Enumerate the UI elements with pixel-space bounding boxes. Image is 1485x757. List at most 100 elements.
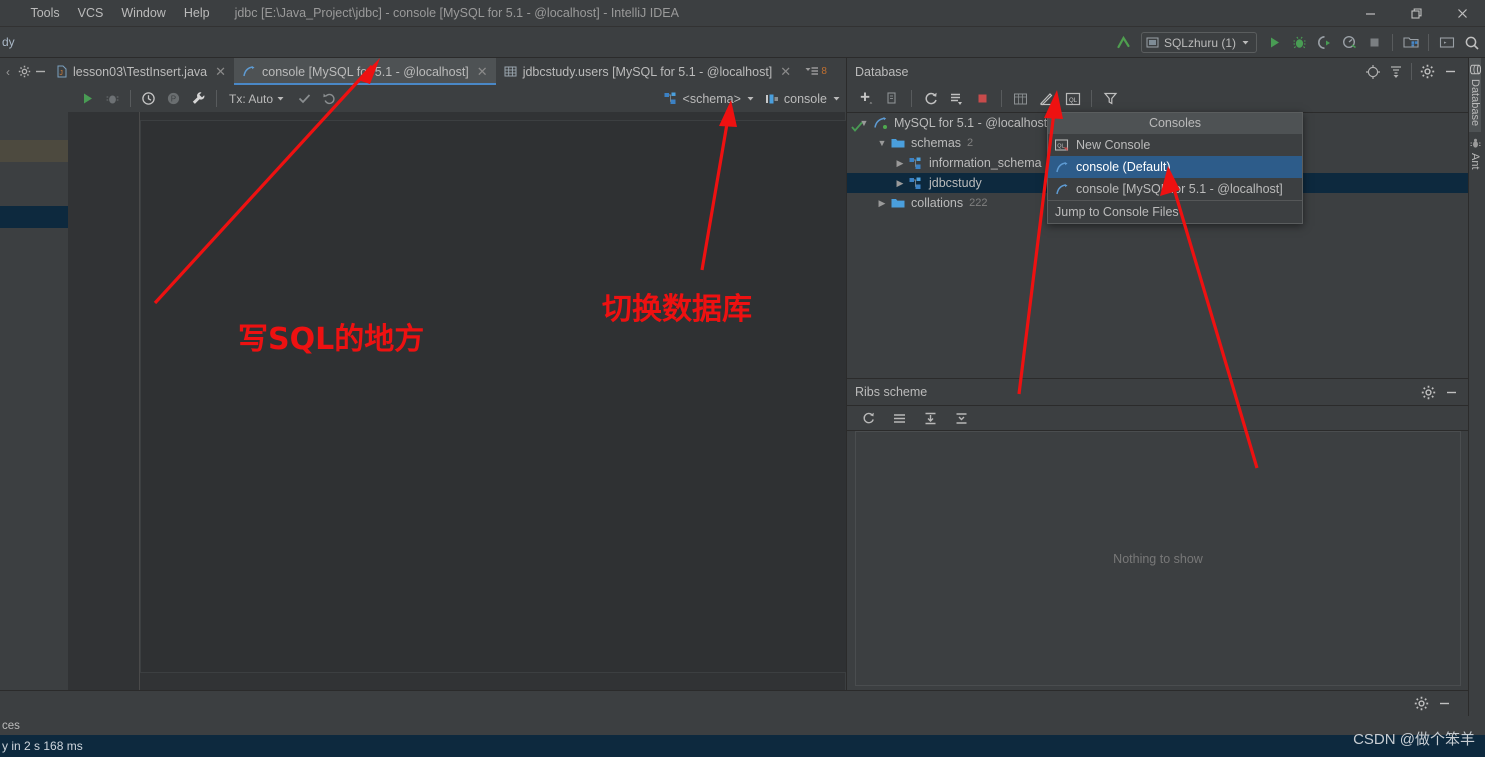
title-bar: Tools VCS Window Help jdbc [E:\Java_Proj… xyxy=(0,0,1485,27)
editor-tab-label: jdbcstudy.users [MySQL for 5.1 - @localh… xyxy=(522,64,773,79)
expand-arrow-icon[interactable]: ▼ xyxy=(873,138,891,148)
menu-label-help: Help xyxy=(183,5,210,20)
stop-icon[interactable] xyxy=(1363,31,1386,54)
schema-selector[interactable]: <schema> xyxy=(664,92,755,106)
gear-icon[interactable] xyxy=(1410,692,1433,715)
editor-tab-testinsert[interactable]: J lesson03\TestInsert.java ✕ xyxy=(48,58,234,85)
expand-arrow-icon[interactable]: ▶ xyxy=(891,158,909,169)
collapse-icon[interactable] xyxy=(950,407,973,430)
run-coverage-icon[interactable] xyxy=(1313,31,1336,54)
run-config-label: SQLzhuru (1) xyxy=(1163,35,1236,50)
close-icon[interactable] xyxy=(1439,0,1485,27)
collapse-all-icon[interactable] xyxy=(1384,60,1407,83)
popup-item-label: console (Default) xyxy=(1076,160,1171,174)
tool-tab-database[interactable]: Database xyxy=(1469,58,1481,133)
tabstrip-gear-icon[interactable] xyxy=(16,58,32,85)
menu-item-tools[interactable]: Tools xyxy=(21,0,68,27)
project-structure-icon[interactable] xyxy=(1399,31,1422,54)
refresh-icon[interactable] xyxy=(919,87,942,110)
filter-icon[interactable] xyxy=(1099,87,1122,110)
editor-tab-label: lesson03\TestInsert.java xyxy=(73,64,208,79)
table-editor-icon[interactable] xyxy=(1009,87,1032,110)
menu-item-vcs[interactable]: VCS xyxy=(69,0,113,27)
tabstrip-hide-icon[interactable] xyxy=(32,58,48,85)
expand-arrow-icon[interactable]: ▶ xyxy=(873,198,891,209)
stop-icon[interactable] xyxy=(971,87,994,110)
terminal-icon[interactable] xyxy=(1435,31,1458,54)
run-configuration-selector[interactable]: SQLzhuru (1) xyxy=(1140,32,1257,53)
locate-icon[interactable] xyxy=(1361,60,1384,83)
popup-item-console-localhost[interactable]: console [MySQL for 5.1 - @localhost] xyxy=(1048,178,1302,200)
restore-icon[interactable] xyxy=(1393,0,1439,27)
modify-icon[interactable] xyxy=(1035,87,1058,110)
settings-wrench-icon[interactable] xyxy=(187,87,210,110)
window-controls xyxy=(1347,0,1485,27)
gear-icon[interactable] xyxy=(1417,381,1440,404)
popup-item-label: New Console xyxy=(1076,138,1151,152)
pause-icon[interactable]: P xyxy=(162,87,185,110)
history-icon[interactable] xyxy=(137,87,160,110)
popup-item-console-default[interactable]: console (Default) xyxy=(1048,156,1302,178)
profile-icon[interactable] xyxy=(1338,31,1361,54)
toolbar-divider xyxy=(1392,34,1393,51)
expand-arrow-icon[interactable]: ▶ xyxy=(891,178,909,189)
tree-node-count: 2 xyxy=(967,137,974,149)
left-list-item-highlighted[interactable] xyxy=(0,140,68,162)
gear-icon[interactable] xyxy=(1416,60,1439,83)
menu-item-window[interactable]: Window xyxy=(112,0,174,27)
status-message: y in 2 s 168 ms xyxy=(2,739,83,753)
schema-icon xyxy=(664,92,676,104)
tree-node-label: collations xyxy=(911,196,964,210)
run-icon[interactable] xyxy=(1263,31,1286,54)
editor-tab-console[interactable]: console [MySQL for 5.1 - @localhost] ✕ xyxy=(234,58,496,85)
popup-item-jump-to-console-files[interactable]: Jump to Console Files xyxy=(1048,201,1302,223)
editor-tab-overflow[interactable]: 8 xyxy=(799,58,833,85)
tabstrip-prev-icon[interactable]: ‹ xyxy=(0,58,16,85)
commit-icon[interactable] xyxy=(293,87,316,110)
db-toolbar-divider-3 xyxy=(1091,90,1092,107)
hide-icon[interactable] xyxy=(1440,381,1463,404)
breadcrumb[interactable]: dy xyxy=(0,35,15,49)
transaction-mode-selector[interactable]: Tx: Auto xyxy=(223,92,291,106)
search-everywhere-icon[interactable] xyxy=(1460,31,1483,54)
ant-icon xyxy=(1470,138,1480,148)
list-icon[interactable] xyxy=(888,407,911,430)
menu-item-help[interactable]: Help xyxy=(175,0,219,27)
database-panel-title: Database xyxy=(855,64,909,79)
rollback-icon[interactable] xyxy=(318,87,341,110)
right-tool-window-bar: Database Ant xyxy=(1468,58,1485,757)
ribs-panel-header: Ribs scheme xyxy=(847,378,1469,405)
add-icon[interactable] xyxy=(855,87,878,110)
left-tool-window-sliver xyxy=(0,112,68,690)
hide-icon[interactable] xyxy=(1439,60,1462,83)
consoles-popup[interactable]: Consoles QL New Console console (Default… xyxy=(1047,112,1303,224)
left-list-item-selected[interactable] xyxy=(0,206,68,228)
sql-editor-text-area[interactable] xyxy=(140,120,848,673)
update-project-icon[interactable] xyxy=(1112,31,1135,54)
refresh-icon[interactable] xyxy=(857,407,880,430)
session-selector[interactable]: console xyxy=(765,92,841,106)
editor-tab-users-table[interactable]: jdbcstudy.users [MySQL for 5.1 - @localh… xyxy=(496,58,800,85)
editor-tab-close-icon[interactable]: ✕ xyxy=(215,64,226,80)
session-icon xyxy=(765,94,778,103)
debug-icon[interactable] xyxy=(1288,31,1311,54)
run-row-label: ces xyxy=(2,720,20,732)
folder-icon xyxy=(891,139,905,148)
jump-to-console-icon[interactable]: QL xyxy=(1061,87,1084,110)
editor-tab-close-icon[interactable]: ✕ xyxy=(780,64,791,80)
hide-icon[interactable] xyxy=(1433,692,1456,715)
expand-icon[interactable] xyxy=(919,407,942,430)
tool-tab-ant[interactable]: Ant xyxy=(1469,132,1481,176)
duplicate-icon[interactable] xyxy=(881,87,904,110)
popup-item-new-console[interactable]: QL New Console xyxy=(1048,134,1302,156)
editor-tab-close-icon[interactable]: ✕ xyxy=(477,64,488,80)
annotation-label-write-sql: 写SQL的地方 xyxy=(238,322,425,357)
menu-item-truncated[interactable] xyxy=(0,0,21,27)
run-tool-window-row: ces xyxy=(0,716,1485,735)
debug-sql-icon[interactable] xyxy=(101,87,124,110)
menu-label-window: Window xyxy=(121,5,166,20)
sync-icon[interactable] xyxy=(945,87,968,110)
execute-icon[interactable] xyxy=(76,87,99,110)
minimize-icon[interactable] xyxy=(1347,0,1393,27)
sql-console-editor[interactable] xyxy=(68,112,848,690)
